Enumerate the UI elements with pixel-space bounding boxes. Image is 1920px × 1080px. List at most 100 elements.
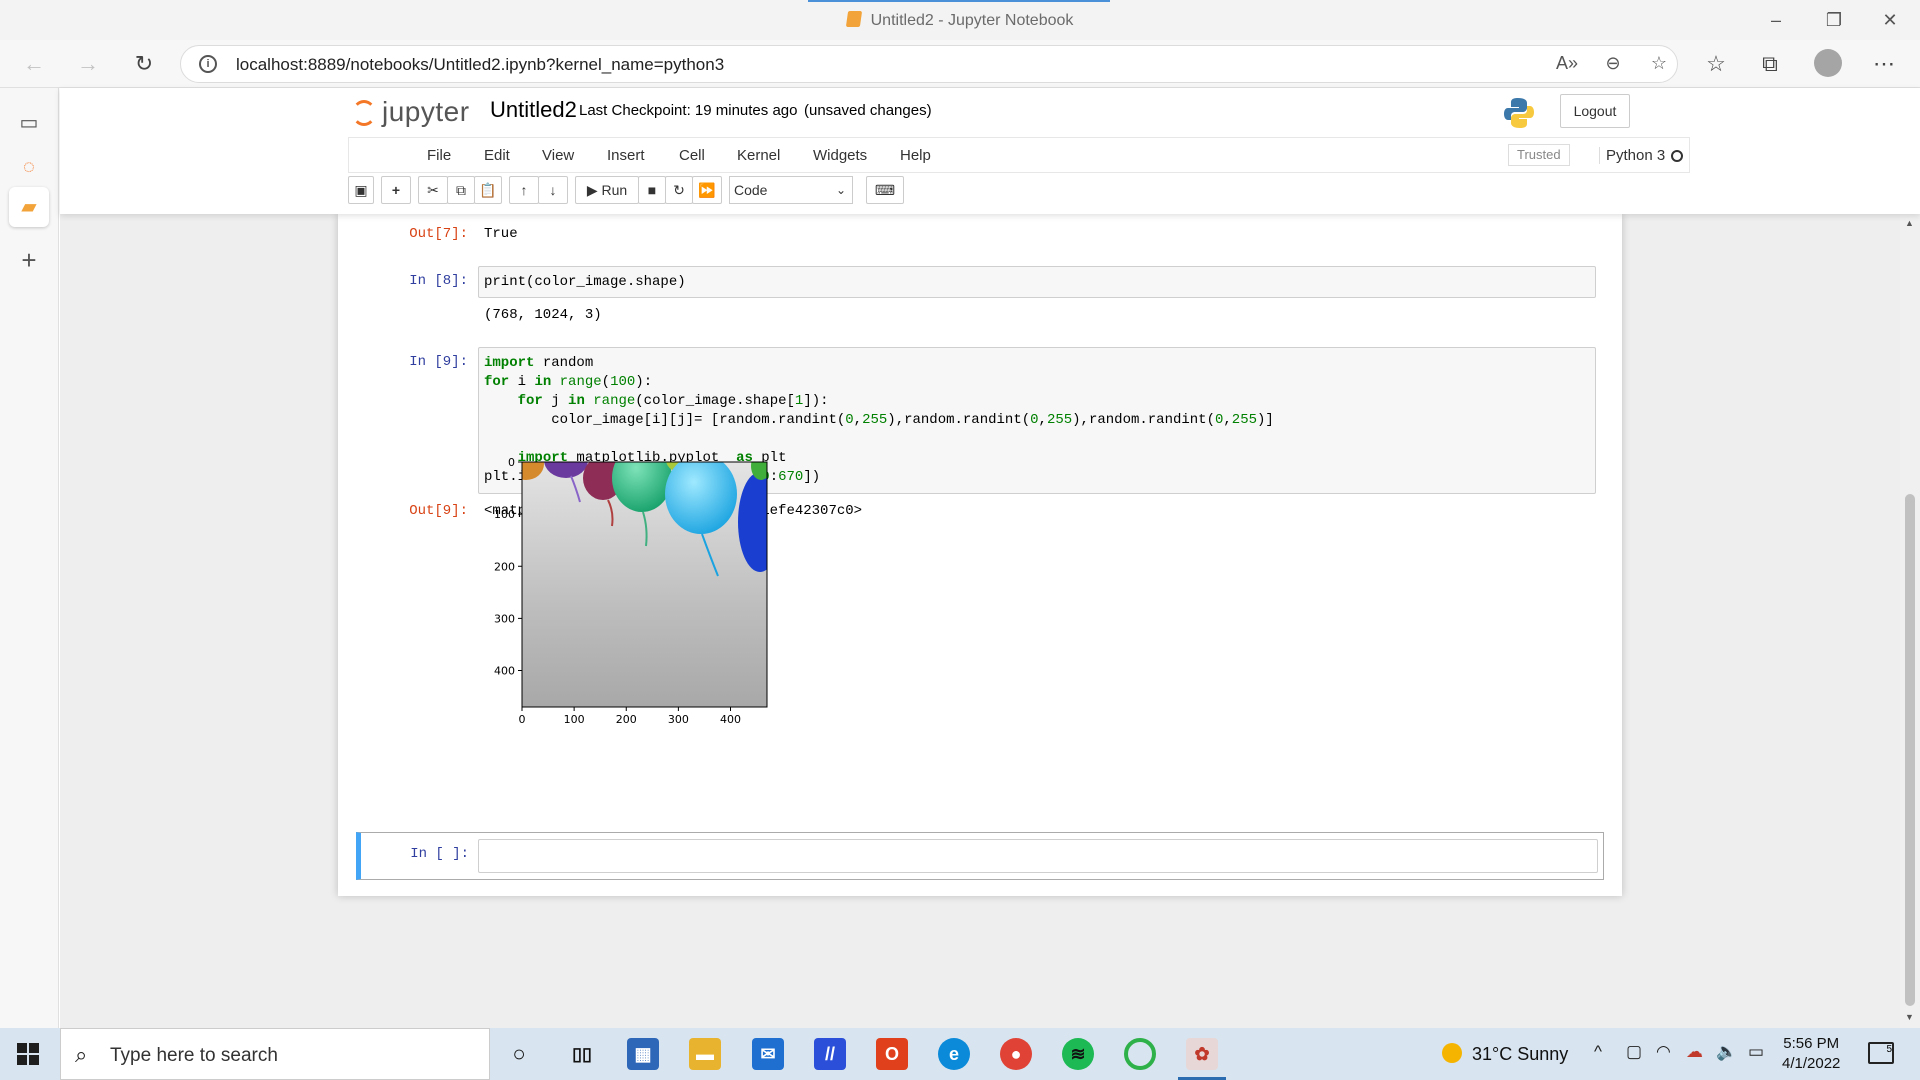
chevron-up-icon[interactable]: ^ — [1594, 1042, 1602, 1062]
menu-file[interactable]: File — [427, 147, 451, 164]
onedrive-error-icon[interactable]: ☁ — [1686, 1042, 1703, 1062]
command-palette-icon[interactable]: ⌨ — [866, 176, 904, 204]
weather-widget[interactable]: 31°C Sunny — [1442, 1043, 1568, 1065]
restore-icon[interactable]: ❐ — [1814, 6, 1854, 34]
back-icon[interactable]: ← — [18, 48, 50, 80]
cell-type-select[interactable]: Code ⌄ — [729, 176, 853, 204]
browser-titlebar: Untitled2 - Jupyter Notebook – ❐ ✕ — [0, 0, 1920, 40]
move-up-icon[interactable]: ↑ — [509, 176, 539, 204]
scrollbar-thumb[interactable] — [1905, 494, 1915, 1006]
system-clock[interactable]: 5:56 PM 4/1/2022 — [1782, 1034, 1840, 1074]
forward-icon[interactable]: → — [72, 48, 104, 80]
battery-icon[interactable]: ▭ — [1748, 1042, 1764, 1062]
file-explorer-icon[interactable]: ▬ — [689, 1038, 721, 1070]
input-prompt: In [9]: — [409, 354, 468, 370]
add-cell-icon[interactable]: + — [381, 176, 411, 204]
office-icon[interactable]: O — [876, 1038, 908, 1070]
menu-edit[interactable]: Edit — [484, 147, 510, 164]
python-logo-icon — [1504, 98, 1534, 128]
menu-insert[interactable]: Insert — [607, 147, 645, 164]
new-tab-icon[interactable]: + — [14, 245, 44, 275]
refresh-icon[interactable]: ↻ — [128, 48, 160, 80]
collections-icon[interactable]: ⧉ — [1754, 48, 1786, 80]
search-placeholder[interactable]: Type here to search — [110, 1045, 278, 1067]
favorites-icon[interactable]: ☆ — [1700, 48, 1732, 80]
restart-run-all-icon[interactable]: ⏩ — [692, 176, 722, 204]
input-prompt: In [8]: — [409, 273, 468, 289]
menu-view[interactable]: View — [542, 147, 574, 164]
notebook-tab-icon-active[interactable]: ▰ — [9, 187, 49, 227]
interrupt-icon[interactable]: ■ — [638, 176, 666, 204]
url-text[interactable]: localhost:8889/notebooks/Untitled2.ipynb… — [236, 55, 724, 75]
windows-taskbar: ⌕ Type here to search ○ ▯▯ ▦ ▬ ✉ // O e … — [0, 1028, 1920, 1080]
jupyter-logo[interactable]: jupyter — [352, 96, 470, 128]
clock-time: 5:56 PM — [1783, 1035, 1840, 1052]
copy-icon[interactable]: ⧉ — [447, 176, 475, 204]
cortana-icon[interactable]: ○ — [503, 1038, 535, 1070]
active-code-cell[interactable]: In [ ]: — [356, 832, 1604, 880]
edge-icon[interactable]: e — [938, 1038, 970, 1070]
vertical-scrollbar[interactable]: ▲ ▼ — [1900, 214, 1920, 1028]
chrome-icon[interactable]: ● — [1000, 1038, 1032, 1070]
code-text[interactable]: print(color_image.shape) — [484, 273, 686, 292]
notebook-name[interactable]: Untitled2 — [490, 97, 577, 123]
x-tick-label: 300 — [668, 713, 689, 726]
scroll-up-icon[interactable]: ▲ — [1905, 218, 1914, 228]
menu-kernel[interactable]: Kernel — [737, 147, 780, 164]
wifi-icon[interactable]: ◠ — [1656, 1042, 1671, 1062]
volume-icon[interactable]: 🔈 — [1716, 1042, 1737, 1062]
task-view-icon[interactable]: ▯▯ — [566, 1038, 598, 1070]
menu-widgets[interactable]: Widgets — [813, 147, 867, 164]
address-bar[interactable]: i localhost:8889/notebooks/Untitled2.ipy… — [180, 45, 1678, 83]
output-text: True — [484, 226, 518, 242]
output-prompt: Out[7]: — [409, 226, 468, 242]
taskbar-search[interactable]: ⌕ Type here to search — [60, 1028, 490, 1080]
code-cell-input[interactable] — [478, 839, 1598, 873]
code-cell-input[interactable]: print(color_image.shape) — [478, 266, 1596, 298]
paint-app-icon[interactable]: ✿ — [1178, 1038, 1226, 1080]
meet-now-icon[interactable]: ▢ — [1626, 1042, 1642, 1062]
read-aloud-icon[interactable]: A» — [1555, 53, 1579, 74]
loading-app-icon[interactable] — [1124, 1038, 1156, 1070]
profile-avatar[interactable] — [1814, 49, 1842, 77]
scroll-down-icon[interactable]: ▼ — [1905, 1012, 1914, 1022]
minimize-icon[interactable]: – — [1756, 6, 1796, 34]
kernel-name: Python 3 — [1599, 147, 1665, 164]
logout-button[interactable]: Logout — [1560, 94, 1630, 128]
jupyter-tab-icon[interactable]: ◌ — [14, 152, 44, 182]
browser-toolbar: ← → ↻ i localhost:8889/notebooks/Untitle… — [0, 40, 1920, 88]
close-icon[interactable]: ✕ — [1870, 6, 1910, 34]
windows-start-icon[interactable] — [16, 1042, 40, 1066]
spotify-icon[interactable]: ≋ — [1062, 1038, 1094, 1070]
y-tick-label: 400 — [494, 665, 515, 678]
paste-icon[interactable]: 📋 — [474, 176, 502, 204]
move-down-icon[interactable]: ↓ — [538, 176, 568, 204]
notifications-icon[interactable]: 5 — [1868, 1042, 1894, 1064]
active-tab-indicator — [808, 0, 1110, 2]
jupyter-logo-icon — [352, 100, 376, 126]
menu-help[interactable]: Help — [900, 147, 931, 164]
sun-icon — [1442, 1043, 1462, 1063]
zoom-icon[interactable]: ⊖ — [1601, 53, 1625, 74]
x-tick-label: 100 — [564, 713, 585, 726]
y-tick-label: 300 — [494, 612, 515, 625]
save-icon[interactable]: ▣ — [348, 176, 374, 204]
powerautomate-icon[interactable]: // — [814, 1038, 846, 1070]
menu-bar: File Edit View Insert Cell Kernel Widget… — [348, 137, 1690, 173]
tab-actions-icon[interactable]: ▭ — [14, 108, 44, 138]
menu-cell[interactable]: Cell — [679, 147, 705, 164]
favorite-star-icon[interactable]: ☆ — [1647, 53, 1671, 74]
trusted-indicator[interactable]: Trusted — [1508, 144, 1570, 166]
store-icon[interactable]: ▦ — [627, 1038, 659, 1070]
window-title-text: Untitled2 - Jupyter Notebook — [870, 12, 1074, 29]
window-title: Untitled2 - Jupyter Notebook — [0, 11, 1920, 30]
site-info-icon[interactable]: i — [199, 55, 217, 73]
more-options-icon[interactable]: ⋯ — [1868, 48, 1900, 80]
mail-icon[interactable]: ✉ — [752, 1038, 784, 1070]
cut-icon[interactable]: ✂ — [418, 176, 448, 204]
x-tick-label: 0 — [519, 713, 526, 726]
y-tick-label: 0 — [508, 456, 515, 469]
run-icon: ▶ — [586, 182, 602, 198]
run-button[interactable]: ▶ Run — [575, 176, 639, 204]
restart-icon[interactable]: ↻ — [665, 176, 693, 204]
